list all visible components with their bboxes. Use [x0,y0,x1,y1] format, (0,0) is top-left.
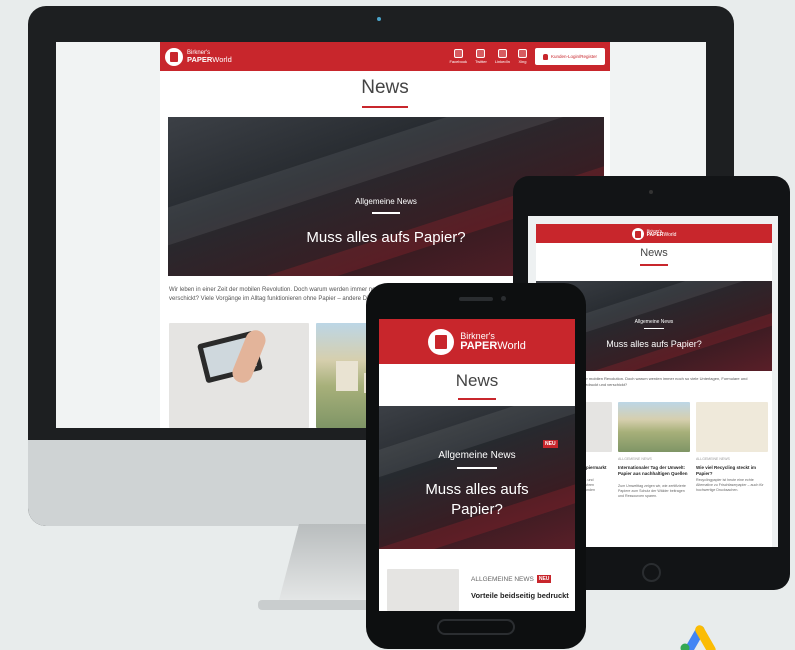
phone-camera [501,296,506,301]
linkedin-icon [497,49,507,58]
xing-icon [517,49,527,58]
brand-name-light: World [212,54,232,64]
nav-label: Facebook [449,59,468,64]
card-title[interactable]: Wie viel Recycling steckt im Papier? [696,465,766,476]
brand-line2: PAPERWorld [187,56,232,64]
brand-wordmark[interactable]: Birkner's PAPERWorld [647,229,677,238]
brand-wordmark: Birkner's PAPERWorld [187,50,232,64]
nav-label: Xing [518,59,527,64]
card-title[interactable]: Vorteile beidseitig bedruckt [471,591,569,600]
building-shape [336,361,358,391]
hero-banner[interactable]: NEU Allgemeine News Muss alles aufs Papi… [379,406,575,549]
brand-logo-icon [631,227,644,240]
hero-divider [644,328,664,329]
article-thumbnail-device[interactable] [387,569,459,611]
brand-wordmark[interactable]: Birkner's PAPERWorld [460,331,526,352]
brand-name-bold: PAPER [460,339,498,352]
brand-name-bold: PAPER [187,54,213,64]
brand-line2: PAPERWorld [460,339,526,352]
brand-name-light: World [497,339,526,352]
card-category: ALLGEMEINE NEWS [471,575,534,583]
hero-title: Muss alles aufs Papier? [425,481,529,518]
login-label: Kunden-Login/Register [550,54,597,59]
nav-label: LinkedIn [494,59,510,64]
nav-item-linkedin[interactable]: LinkedIn [495,49,510,64]
article-thumbnail-city[interactable] [618,402,690,452]
title-underline [640,264,668,266]
page-title: News [640,247,668,259]
nav-label: Twitter [475,59,487,64]
social-nav: Facebook Twitter LinkedIn Xing [449,49,527,64]
article-thumbnail-device[interactable] [169,323,309,428]
card-category: ALLGEMEINE NEWS [696,457,730,461]
phone-speaker [459,297,493,301]
page-title: News [455,371,499,390]
page-title: News [361,77,409,98]
nav-item-xing[interactable]: Xing [517,49,527,64]
device-mockup-scene: Birkner's PAPERWorld Facebook Twitter Li… [0,0,795,650]
card-category-row: ALLGEMEINE NEWS NEU [471,575,552,583]
tablet-site-header: Birkner's PAPERWorld [536,224,772,243]
tablet-camera [649,190,653,194]
facebook-icon [453,49,463,58]
title-underline [458,398,496,400]
card-title[interactable]: Internationaler Tag der Umwelt: Papier a… [618,465,688,476]
monitor-camera [377,17,381,21]
card-text: Recyclingpapier ist heute eine echte Alt… [696,478,764,492]
hero-category: Allgemeine News [438,450,516,461]
brand-logo-icon [428,328,455,355]
title-underline [362,106,408,108]
google-ads-logo-icon [680,625,716,650]
user-icon [542,53,548,60]
brand-line2: PAPERWorld [647,233,677,238]
card-category: ALLGEMEINE NEWS [618,457,652,461]
nav-item-facebook[interactable]: Facebook [449,49,467,64]
phone-device: Birkner's PAPERWorld News NEU Allgemeine… [366,283,586,649]
card-text: Zum Umwelttag zeigen wir, wie zertifizie… [618,484,686,498]
phone-site-header: Birkner's PAPERWorld [379,319,575,364]
hero-divider [457,467,497,469]
brand-name-bold: PAPER [646,232,664,238]
new-badge: NEU [543,440,558,448]
tablet-home-button[interactable] [642,563,661,582]
article-thumbnail-paper[interactable] [696,402,768,452]
brand-logo-icon [165,47,183,66]
nav-item-twitter[interactable]: Twitter [475,49,487,64]
twitter-icon [476,49,486,58]
phone-screen: Birkner's PAPERWorld News NEU Allgemeine… [379,319,575,611]
new-badge: NEU [536,575,552,583]
brand-name-light: World [663,232,677,238]
login-button[interactable]: Kunden-Login/Register [534,48,605,65]
site-header: Birkner's PAPERWorld Facebook Twitter Li… [160,42,610,71]
phone-home-button[interactable] [437,619,515,635]
hero-divider [372,212,400,214]
site-logo[interactable]: Birkner's PAPERWorld [165,47,232,66]
